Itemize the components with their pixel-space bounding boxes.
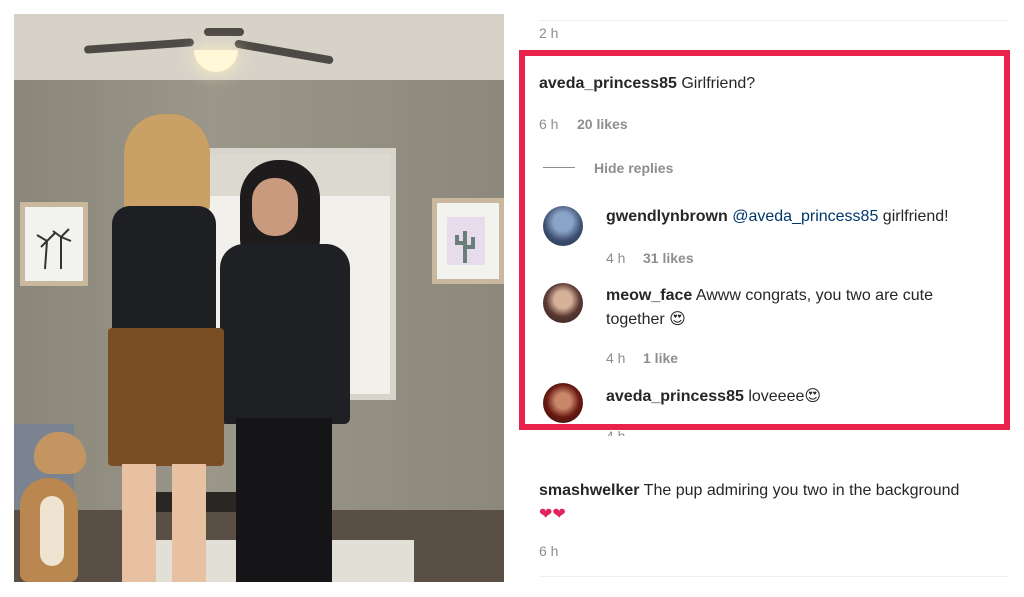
person-left <box>108 114 228 582</box>
like-count[interactable]: 20 likes <box>577 116 628 132</box>
reply-time: 4 h <box>606 350 626 366</box>
reply-username[interactable]: meow_face <box>606 287 692 304</box>
comment-text: Girlfriend? <box>681 75 756 92</box>
person-right <box>214 160 354 582</box>
comment-time: 2 h <box>539 25 559 41</box>
divider <box>543 167 575 168</box>
ceiling-fan <box>83 24 334 74</box>
main-comment: aveda_princess85 Girlfriend? <box>539 72 999 95</box>
like-count[interactable]: 31 likes <box>643 250 694 266</box>
post-photo <box>14 14 504 582</box>
comment: smashwelker The pup admiring you two in … <box>539 479 1019 502</box>
highlight-box <box>519 50 1010 430</box>
divider <box>539 20 1009 21</box>
reply-username[interactable]: gwendlynbrown <box>606 208 728 225</box>
comment-username[interactable]: aveda_princess85 <box>539 75 677 92</box>
reply-username[interactable]: aveda_princess85 <box>606 388 744 405</box>
reply-comment: meow_face Awww congrats, you two are cut… <box>606 284 986 331</box>
reply-time: 4 h <box>606 250 626 266</box>
hide-replies-button[interactable]: Hide replies <box>594 160 673 176</box>
comments-panel: 2 h aveda_princess85 Girlfriend? 6 h 20 … <box>519 0 1024 597</box>
comment-time: 6 h <box>539 116 559 132</box>
hearts-icon: ❤❤ <box>539 504 566 523</box>
avatar[interactable] <box>543 283 583 323</box>
heart-eyes-icon: 😍 <box>804 386 822 405</box>
avatar[interactable] <box>543 383 583 423</box>
reply-comment: gwendlynbrown @aveda_princess85 girlfrie… <box>606 205 1001 228</box>
avatar[interactable] <box>543 206 583 246</box>
reply-text: loveeee <box>748 388 805 405</box>
reply-comment: aveda_princess85 loveeee😍 <box>606 384 986 408</box>
divider <box>539 576 1009 577</box>
comment-time: 6 h <box>539 543 559 559</box>
reply-text: girlfriend! <box>882 208 949 225</box>
reply-time: 4 h <box>606 428 626 436</box>
comment-text: The pup admiring you two in the backgrou… <box>643 482 960 499</box>
heart-eyes-icon: 😍 <box>669 309 686 328</box>
dog <box>16 426 92 582</box>
comment-username[interactable]: smashwelker <box>539 482 640 499</box>
mention-link[interactable]: @aveda_princess85 <box>732 208 878 225</box>
wall-art-left <box>20 202 88 286</box>
wall-art-right <box>432 198 504 284</box>
like-count[interactable]: 1 like <box>643 350 678 366</box>
